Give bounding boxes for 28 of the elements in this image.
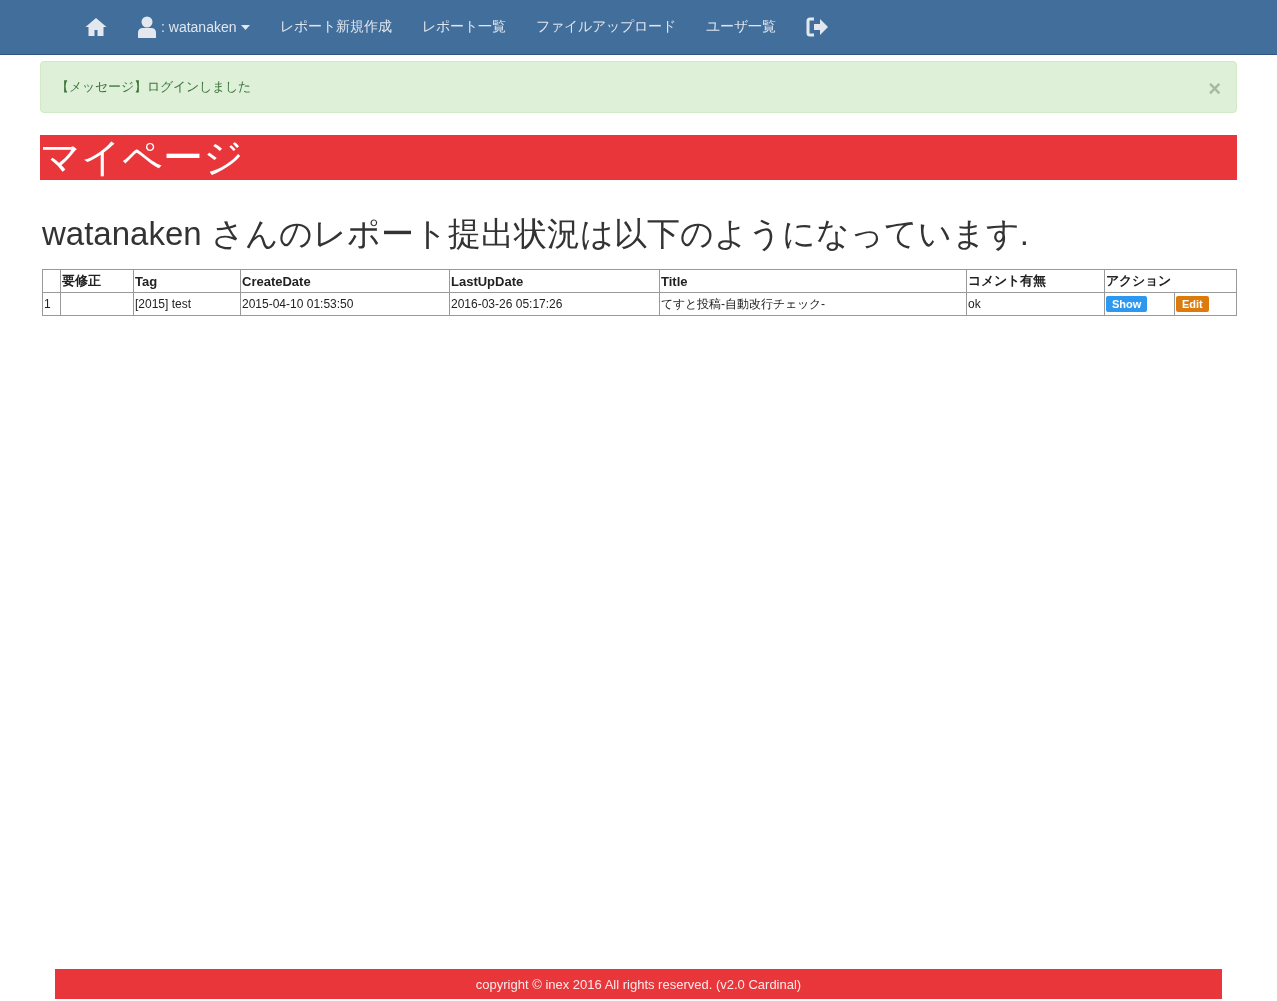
nav-link[interactable]: ユーザ一覧 <box>690 18 791 36</box>
table-cell: [2015] test <box>133 292 241 316</box>
user-menu[interactable]: : watanaken <box>122 16 265 38</box>
status-heading: watanaken さんのレポート提出状況は以下のようになっています. <box>42 214 1030 254</box>
table-cell: てすと投稿-自動改行チェック- <box>659 292 967 316</box>
column-header: CreateDate <box>240 269 450 293</box>
copyright-text: copyright © inex 2016 All rights reserved. (v2.0 Cardinal) <box>475 976 802 992</box>
column-header: コメント有無 <box>966 269 1105 293</box>
table-cell: 2015-04-10 01:53:50 <box>240 292 450 316</box>
show-button[interactable]: Show <box>1106 296 1148 312</box>
page-title: マイページ <box>40 135 1237 180</box>
column-header: Tag <box>133 269 241 293</box>
nav-link[interactable]: レポート新規作成 <box>264 18 407 36</box>
edit-button[interactable]: Edit <box>1176 296 1209 312</box>
caret-icon <box>240 24 250 30</box>
column-header: LastUpDate <box>449 269 660 293</box>
home-icon <box>85 17 107 37</box>
logout-icon <box>805 17 828 37</box>
user-icon <box>137 16 157 38</box>
alert-message: 【メッセージ】ログインしました <box>56 78 251 96</box>
column-header: アクション <box>1104 269 1237 293</box>
column-header: Title <box>659 269 967 293</box>
nav-link[interactable]: レポート一覧 <box>406 18 521 36</box>
nav-link[interactable]: ファイルアップロード <box>520 18 691 36</box>
table-cell: 2016-03-26 05:17:26 <box>449 292 660 316</box>
table-cell: ok <box>966 292 1105 316</box>
table-cell: 1 <box>42 292 61 316</box>
column-header: 要修正 <box>60 269 134 293</box>
